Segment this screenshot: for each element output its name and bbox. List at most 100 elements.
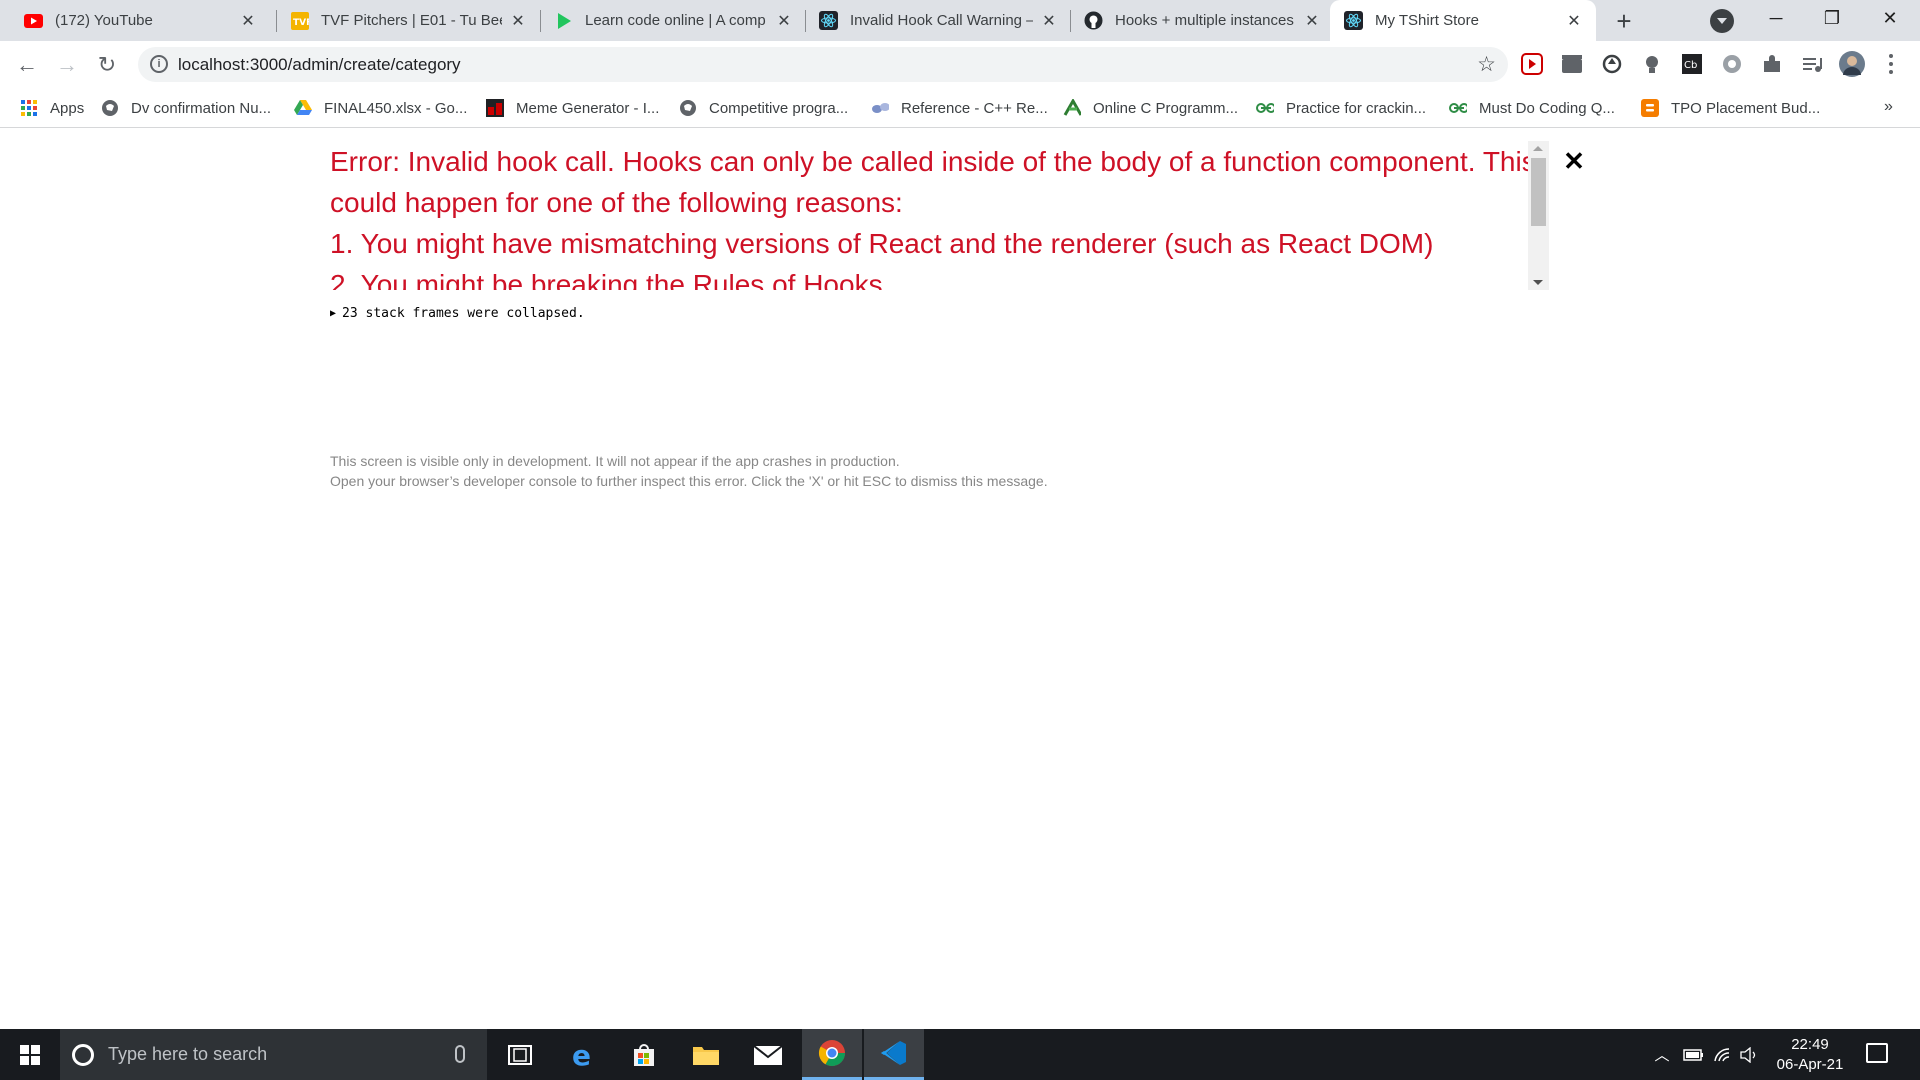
bookmark-cpp-reference[interactable]: Reference - C++ Re... xyxy=(871,96,1048,120)
cortana-icon xyxy=(72,1043,94,1066)
clock-date: 06-Apr-21 xyxy=(1776,1056,1844,1073)
programiz-icon xyxy=(1063,99,1081,117)
file-explorer-icon[interactable] xyxy=(676,1029,736,1080)
back-icon[interactable]: ← xyxy=(10,48,44,82)
youtube-icon xyxy=(24,11,43,30)
address-bar[interactable]: i localhost:3000/admin/create/category ☆ xyxy=(138,47,1508,82)
bookmark-label: Reference - C++ Re... xyxy=(901,99,1048,117)
svg-text:TVF: TVF xyxy=(293,18,309,28)
blogger-icon xyxy=(1641,99,1659,117)
tab-title: Learn code online | A comp xyxy=(585,12,766,29)
restore-icon[interactable]: ❐ xyxy=(1804,0,1860,36)
url-text[interactable]: localhost:3000/admin/create/category xyxy=(178,55,461,75)
tab-strip: (172) YouTube ✕ TVF TVF Pitchers | E01 -… xyxy=(0,0,1920,41)
globe-icon xyxy=(101,99,119,117)
apps-grid-icon xyxy=(20,99,38,117)
close-icon[interactable]: ✕ xyxy=(508,11,528,31)
tab-separator xyxy=(276,10,277,32)
bookmark-meme-generator[interactable]: Meme Generator - I... xyxy=(486,96,659,120)
tab-tvf[interactable]: TVF TVF Pitchers | E01 - Tu Beer ✕ xyxy=(278,0,540,41)
scroll-down-icon[interactable] xyxy=(1533,280,1543,285)
browser-toolbar: ← → ↻ i localhost:3000/admin/create/cate… xyxy=(0,41,1920,88)
puzzle-extensions-icon[interactable] xyxy=(1759,51,1785,77)
sync-extension-icon[interactable] xyxy=(1599,51,1625,77)
forward-icon[interactable]: → xyxy=(50,48,84,82)
globe-icon xyxy=(679,99,697,117)
dev-note-line: Open your browser’s developer console to… xyxy=(330,473,1048,489)
taskbar-search-box[interactable]: Type here to search xyxy=(60,1029,487,1080)
bookmark-label: TPO Placement Bud... xyxy=(1671,99,1821,117)
bookmark-label: Must Do Coding Q... xyxy=(1479,99,1615,117)
close-icon[interactable]: ✕ xyxy=(238,11,258,31)
clapper-extension-icon[interactable] xyxy=(1559,51,1585,77)
close-icon[interactable]: ✕ xyxy=(1302,11,1322,31)
wifi-icon[interactable] xyxy=(1710,1029,1736,1080)
youtube-extension-icon[interactable] xyxy=(1519,51,1545,77)
close-icon[interactable]: ✕ xyxy=(774,11,794,31)
gear-extension-icon[interactable] xyxy=(1719,51,1745,77)
windows-start-icon[interactable] xyxy=(0,1029,60,1080)
error-message-line: 1. You might have mismatching versions o… xyxy=(330,228,1434,259)
edge-browser-icon[interactable]: e xyxy=(554,1029,614,1080)
microsoft-store-icon[interactable] xyxy=(614,1029,674,1080)
tab-separator xyxy=(540,10,541,32)
dismiss-overlay-close-icon[interactable]: ✕ xyxy=(1560,144,1588,178)
development-note: This screen is visible only in developme… xyxy=(330,451,1048,491)
mail-icon[interactable] xyxy=(738,1029,798,1080)
bookmark-practice-cracking[interactable]: Practice for crackin... xyxy=(1256,96,1426,120)
cplusplus-icon xyxy=(871,99,889,117)
bookmark-tpo-placement[interactable]: TPO Placement Bud... xyxy=(1641,96,1820,120)
reload-icon[interactable]: ↻ xyxy=(90,48,124,82)
tab-github-hooks[interactable]: Hooks + multiple instances ✕ xyxy=(1072,0,1334,41)
more-bookmarks-icon[interactable]: » xyxy=(1884,98,1893,116)
chrome-taskbar-icon[interactable] xyxy=(802,1029,862,1080)
minimize-icon[interactable]: ─ xyxy=(1748,0,1804,36)
close-icon[interactable]: ✕ xyxy=(1564,11,1584,31)
task-view-icon[interactable] xyxy=(490,1029,550,1080)
bookmark-star-icon[interactable]: ☆ xyxy=(1477,52,1496,77)
menu-kebab-icon[interactable] xyxy=(1886,51,1896,77)
play-icon xyxy=(554,11,573,30)
taskbar-clock[interactable]: 22:49 06-Apr-21 xyxy=(1760,1035,1860,1075)
github-icon xyxy=(1084,11,1103,30)
bulb-extension-icon[interactable] xyxy=(1639,51,1665,77)
tab-search-icon[interactable] xyxy=(1710,9,1734,33)
cb-extension-icon[interactable]: Cb xyxy=(1679,51,1705,77)
window-close-icon[interactable]: ✕ xyxy=(1862,0,1918,36)
tab-youtube[interactable]: (172) YouTube ✕ xyxy=(0,0,270,41)
tab-title: Invalid Hook Call Warning – xyxy=(850,12,1033,29)
bookmark-online-c-programming[interactable]: Online C Programm... xyxy=(1063,96,1238,120)
geeksforgeeks-icon xyxy=(1256,99,1274,117)
bookmark-competitive-programming[interactable]: Competitive progra... xyxy=(679,96,848,120)
info-icon[interactable]: i xyxy=(150,55,168,73)
close-icon[interactable]: ✕ xyxy=(1039,11,1059,31)
geeksforgeeks-icon xyxy=(1449,99,1467,117)
collapsed-stack-frames-toggle[interactable]: ▶ 23 stack frames were collapsed. xyxy=(330,306,585,321)
vscode-icon[interactable] xyxy=(864,1029,924,1080)
imgflip-icon xyxy=(486,99,504,117)
clock-time: 22:49 xyxy=(1791,1036,1829,1053)
microphone-icon[interactable] xyxy=(455,1045,465,1063)
error-scrollbar[interactable] xyxy=(1528,141,1549,290)
tab-my-tshirt-store[interactable]: My TShirt Store ✕ xyxy=(1330,0,1596,41)
bookmark-must-do-coding[interactable]: Must Do Coding Q... xyxy=(1449,96,1615,120)
tab-learn-code[interactable]: Learn code online | A comp ✕ xyxy=(542,0,806,41)
tab-invalid-hook[interactable]: Invalid Hook Call Warning – ✕ xyxy=(807,0,1071,41)
battery-icon[interactable] xyxy=(1680,1029,1708,1080)
bookmark-label: FINAL450.xlsx - Go... xyxy=(324,99,468,117)
bookmark-final450[interactable]: FINAL450.xlsx - Go... xyxy=(294,96,467,120)
volume-icon[interactable] xyxy=(1738,1029,1762,1080)
bookmark-dv-confirmation[interactable]: Dv confirmation Nu... xyxy=(101,96,271,120)
scroll-up-icon[interactable] xyxy=(1533,146,1543,151)
dev-note-line: This screen is visible only in developme… xyxy=(330,453,900,469)
google-drive-icon xyxy=(294,99,312,117)
new-tab-button[interactable]: + xyxy=(1610,6,1638,36)
bookmark-apps[interactable]: Apps xyxy=(20,96,84,120)
media-control-icon[interactable] xyxy=(1799,51,1825,77)
notification-center-icon[interactable] xyxy=(1866,1043,1888,1063)
bookmark-label: Competitive progra... xyxy=(709,99,849,117)
scroll-thumb[interactable] xyxy=(1531,158,1546,226)
profile-avatar[interactable] xyxy=(1839,51,1865,77)
show-hidden-icons-icon[interactable]: ︿ xyxy=(1650,1029,1674,1080)
bookmark-label: Practice for crackin... xyxy=(1286,99,1427,117)
